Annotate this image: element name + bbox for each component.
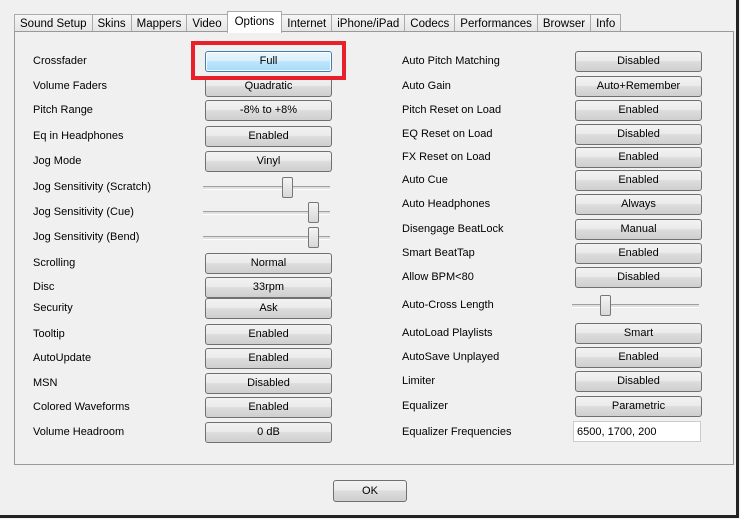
security-button[interactable]: Ask [205, 298, 332, 319]
slider-thumb[interactable] [281, 177, 293, 198]
volume-headroom-button[interactable]: 0 dB [205, 422, 332, 443]
auto-cross-length-label: Auto-Cross Length [402, 299, 494, 311]
colored-waveforms-button[interactable]: Enabled [205, 397, 332, 418]
allow-bpm-80-button[interactable]: Disabled [575, 267, 702, 288]
jog-sensitivity-cue--slider[interactable] [203, 202, 330, 223]
slider-track [203, 186, 330, 190]
pitch-reset-on-load-label: Pitch Reset on Load [402, 104, 502, 116]
disc-button[interactable]: 33rpm [205, 277, 332, 298]
equalizer-button[interactable]: Parametric [575, 396, 702, 417]
highlight-annotation [191, 41, 346, 80]
equalizer-frequencies-input[interactable]: 6500, 1700, 200 [573, 421, 701, 442]
pitch-range-button[interactable]: -8% to +8% [205, 100, 332, 121]
pitch-reset-on-load-button[interactable]: Enabled [575, 100, 702, 121]
crossfader-label: Crossfader [33, 55, 87, 67]
smart-beattap-label: Smart BeatTap [402, 247, 475, 259]
colored-waveforms-label: Colored Waveforms [33, 401, 130, 413]
auto-pitch-matching-button[interactable]: Disabled [575, 51, 702, 72]
msn-button[interactable]: Disabled [205, 373, 332, 394]
tab-bar: Sound Setup Skins Mappers Video Options Inter… [14, 11, 622, 33]
fx-reset-on-load-button[interactable]: Enabled [575, 147, 702, 168]
tooltip-button[interactable]: Enabled [205, 324, 332, 345]
disc-label: Disc [33, 281, 55, 293]
disengage-beatlock-button[interactable]: Manual [575, 219, 702, 240]
scrolling-button[interactable]: Normal [205, 253, 332, 274]
auto-pitch-matching-label: Auto Pitch Matching [402, 55, 500, 67]
jog-mode-button[interactable]: Vinyl [205, 151, 332, 172]
limiter-button[interactable]: Disabled [575, 371, 702, 392]
jog-mode-label: Jog Mode [33, 155, 82, 167]
eq-reset-on-load-button[interactable]: Disabled [575, 124, 702, 145]
volume-faders-label: Volume Faders [33, 80, 107, 92]
limiter-label: Limiter [402, 375, 436, 387]
smart-beattap-button[interactable]: Enabled [575, 243, 702, 264]
eq-in-headphones-button[interactable]: Enabled [205, 126, 332, 147]
auto-headphones-label: Auto Headphones [402, 198, 491, 210]
autoload-playlists-button[interactable]: Smart [575, 323, 702, 344]
slider-thumb[interactable] [600, 295, 612, 316]
tab-options[interactable]: Options [226, 11, 283, 33]
slider-thumb[interactable] [308, 202, 320, 223]
autoload-playlists-label: AutoLoad Playlists [402, 327, 493, 339]
jog-sensitivity-scratch--label: Jog Sensitivity (Scratch) [33, 181, 151, 193]
equalizer-label: Equalizer [402, 400, 448, 412]
disengage-beatlock-label: Disengage BeatLock [402, 223, 504, 235]
pitch-range-label: Pitch Range [33, 104, 93, 116]
auto-gain-label: Auto Gain [402, 80, 451, 92]
slider-thumb[interactable] [308, 227, 320, 248]
allow-bpm-80-label: Allow BPM<80 [402, 271, 474, 283]
auto-cue-button[interactable]: Enabled [575, 170, 702, 191]
msn-label: MSN [33, 377, 58, 389]
auto-gain-button[interactable]: Auto+Remember [575, 76, 702, 97]
tooltip-label: Tooltip [33, 328, 65, 340]
security-label: Security [33, 302, 73, 314]
ok-button[interactable]: OK [333, 480, 407, 502]
auto-headphones-button[interactable]: Always [575, 194, 702, 215]
fx-reset-on-load-label: FX Reset on Load [402, 151, 491, 163]
equalizer-frequencies-label: Equalizer Frequencies [402, 426, 512, 438]
eq-in-headphones-label: Eq in Headphones [33, 130, 124, 142]
jog-sensitivity-scratch--slider[interactable] [203, 177, 330, 198]
options-dialog: Sound Setup Skins Mappers Video Options Inter… [0, 0, 739, 518]
autosave-unplayed-label: AutoSave Unplayed [402, 351, 500, 363]
auto-cue-label: Auto Cue [402, 174, 448, 186]
scrolling-label: Scrolling [33, 257, 76, 269]
jog-sensitivity-bend--label: Jog Sensitivity (Bend) [33, 231, 140, 243]
jog-sensitivity-bend--slider[interactable] [203, 227, 330, 248]
jog-sensitivity-cue--label: Jog Sensitivity (Cue) [33, 206, 134, 218]
eq-reset-on-load-label: EQ Reset on Load [402, 128, 493, 140]
volume-headroom-label: Volume Headroom [33, 426, 125, 438]
autoupdate-label: AutoUpdate [33, 352, 92, 364]
autosave-unplayed-button[interactable]: Enabled [575, 347, 702, 368]
slider-track [572, 304, 699, 308]
auto-cross-length-slider[interactable] [572, 295, 699, 316]
autoupdate-button[interactable]: Enabled [205, 348, 332, 369]
